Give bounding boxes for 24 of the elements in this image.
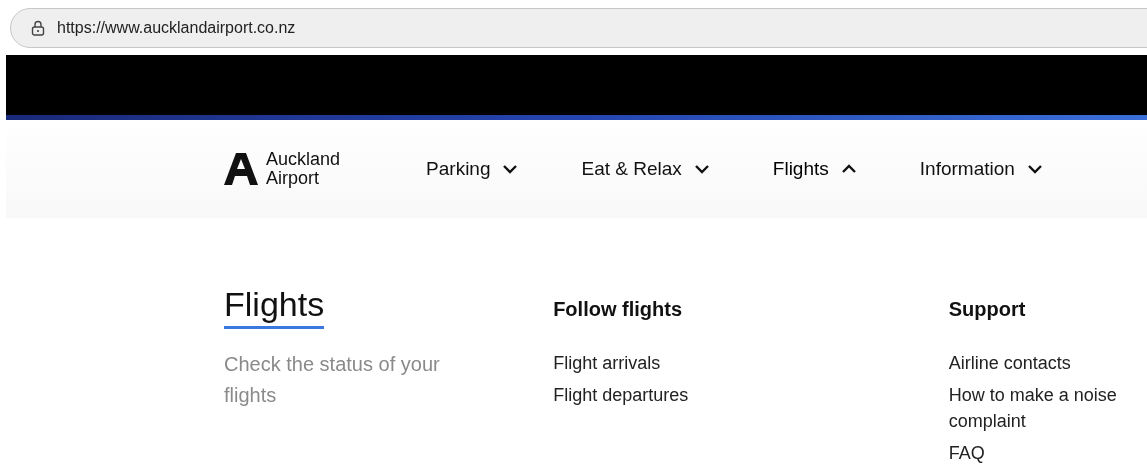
menu-description: Check the status of your flights — [224, 352, 441, 408]
lock-icon — [31, 20, 45, 36]
nav-menu-item[interactable]: Flights — [772, 154, 857, 184]
logo-text: Airport — [266, 169, 320, 188]
nav-menu-item[interactable]: Information — [919, 154, 1043, 184]
logo-text: Auckland — [266, 150, 341, 169]
column-heading: Follow flights — [553, 297, 683, 322]
logo-mark-icon — [224, 152, 258, 186]
chevron-down-icon — [693, 164, 710, 174]
menu-link[interactable]: How to make a noise complaint — [948, 382, 1145, 434]
chevron-down-icon — [1026, 164, 1043, 174]
menu-link[interactable]: Airline contacts — [948, 350, 1145, 376]
site-logo[interactable]: Auckland Airport — [224, 150, 341, 188]
menu-link[interactable]: FAQ — [948, 440, 1145, 466]
menu-title: Flights — [224, 284, 325, 324]
chevron-up-icon — [840, 164, 857, 174]
chevron-down-icon — [502, 164, 519, 174]
nav-menu-item[interactable]: Eat & Relax — [581, 154, 710, 184]
column-heading: Support — [948, 297, 1027, 322]
url-text: https://www.aucklandairport.co.nz — [57, 18, 296, 38]
menu-link[interactable]: Flight arrivals — [553, 350, 750, 376]
menu-link[interactable]: Flight departures — [553, 382, 750, 408]
nav-menu-item[interactable]: Parking — [426, 154, 519, 184]
address-bar[interactable]: https://www.aucklandairport.co.nz — [10, 8, 1147, 48]
